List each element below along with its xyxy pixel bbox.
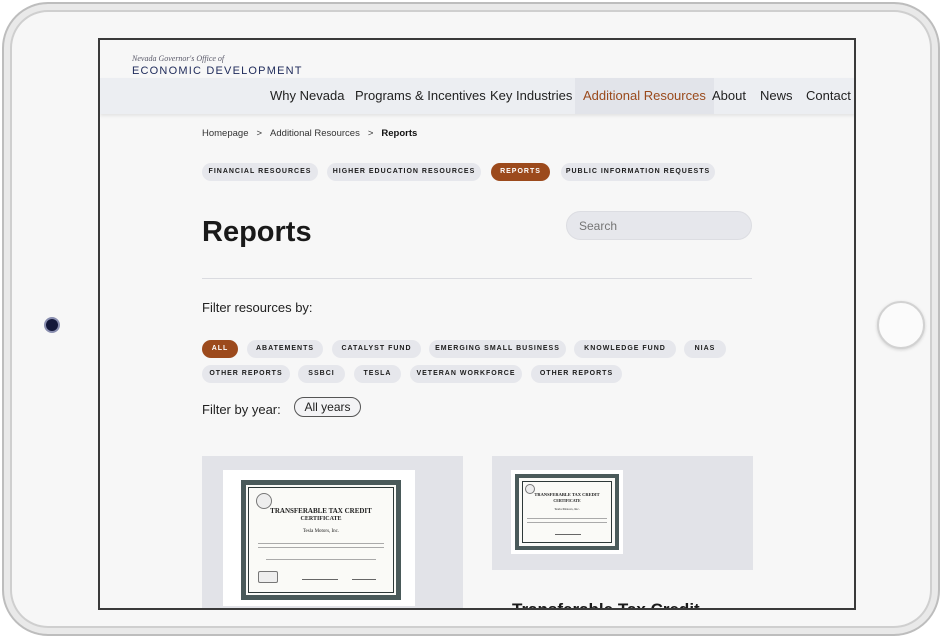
filter-tesla[interactable]: TESLA [354,365,401,383]
nav-item-key-industries[interactable]: Key Industries [490,78,572,114]
certificate-image: TRANSFERABLE TAX CREDIT CERTIFICATE Tesl… [511,470,623,554]
year-select[interactable]: All years [294,397,361,417]
filter-all[interactable]: ALL [202,340,238,358]
certificate-signature [352,579,376,580]
report-card[interactable]: TRANSFERABLE TAX CREDIT CERTIFICATE Tesl… [492,456,753,608]
divider [202,278,752,279]
filter-other-reports[interactable]: OTHER REPORTS [202,365,290,383]
tablet-frame: Nevada Governor's Office of ECONOMIC DEV… [2,2,940,636]
card-title[interactable]: Transferable Tax Credit [512,600,700,608]
card-body: Transferable Tax Credit [492,570,753,608]
certificate-text-line [258,543,384,544]
filter-label: Filter resources by: [202,300,313,315]
logo-top-text: Nevada Governor's Office of [132,54,225,63]
report-card[interactable]: TRANSFERABLE TAX CREDIT CERTIFICATE Tesl… [202,456,463,608]
search-input[interactable] [566,211,752,240]
certificate-signature [555,534,581,535]
certificate-border: TRANSFERABLE TAX CREDIT CERTIFICATE Tesl… [241,480,401,600]
certificate-recipient: Tesla Motors, Inc. [554,507,580,511]
filter-catalyst-fund[interactable]: CATALYST FUND [332,340,421,358]
front-camera-icon [46,319,58,331]
nav-item-news[interactable]: News [760,78,793,114]
breadcrumb-parent-link[interactable]: Additional Resources [270,128,360,139]
page-title: Reports [202,216,312,248]
certificate-text-line [527,518,607,519]
certificate-subheading: CERTIFICATE [300,516,342,522]
filter-abatements[interactable]: ABATEMENTS [247,340,323,358]
home-button-icon[interactable] [877,301,925,349]
tab-financial-resources[interactable]: FINANCIAL RESOURCES [202,163,318,181]
filter-ssbci[interactable]: SSBCI [298,365,345,383]
certificate-heading: TRANSFERABLE TAX CREDIT [534,492,600,497]
logo-main-text[interactable]: ECONOMIC DEVELOPMENT [132,65,303,77]
tab-public-information-requests[interactable]: PUBLIC INFORMATION REQUESTS [561,163,715,181]
filter-nias[interactable]: NIAS [684,340,726,358]
certificate-text-line [266,559,376,560]
nav-item-additional-resources[interactable]: Additional Resources [575,78,714,114]
screen: Nevada Governor's Office of ECONOMIC DEV… [98,38,856,610]
certificate-text-line [258,547,384,548]
certificate-stamp-icon [258,571,278,583]
certificate-border: TRANSFERABLE TAX CREDIT CERTIFICATE Tesl… [515,474,619,550]
nav-item-why-nevada[interactable]: Why Nevada [270,78,344,114]
breadcrumb-home-link[interactable]: Homepage [202,128,248,139]
tab-higher-education-resources[interactable]: HIGHER EDUCATION RESOURCES [327,163,481,181]
nav-item-contact[interactable]: Contact [806,78,851,114]
nav-item-about[interactable]: About [712,78,746,114]
certificate-recipient: Tesla Motors, Inc. [302,529,340,534]
filter-veteran-workforce[interactable]: VETERAN WORKFORCE [410,365,522,383]
certificate-signature [302,579,338,580]
certificate-text-line [527,522,607,523]
certificate-subheading: CERTIFICATE [553,498,581,503]
filter-knowledge-fund[interactable]: KNOWLEDGE FUND [574,340,676,358]
breadcrumb-current: Reports [381,128,418,139]
breadcrumb-separator: > [367,128,374,139]
certificate-image: TRANSFERABLE TAX CREDIT CERTIFICATE Tesl… [223,470,415,606]
certificate-heading: TRANSFERABLE TAX CREDIT [270,507,372,515]
filter-other-reports-2[interactable]: OTHER REPORTS [531,365,622,383]
nav-item-programs-incentives[interactable]: Programs & Incentives [355,78,486,114]
breadcrumb-separator: > [256,128,263,139]
breadcrumb: Homepage > Additional Resources > Reports [202,128,417,139]
tab-reports[interactable]: REPORTS [491,163,550,181]
main-nav: Why Nevada Programs & Incentives Key Ind… [100,78,854,114]
site-header: Nevada Governor's Office of ECONOMIC DEV… [100,40,854,80]
year-filter-label: Filter by year: [202,402,281,417]
filter-emerging-small-business[interactable]: EMERGING SMALL BUSINESS [429,340,566,358]
